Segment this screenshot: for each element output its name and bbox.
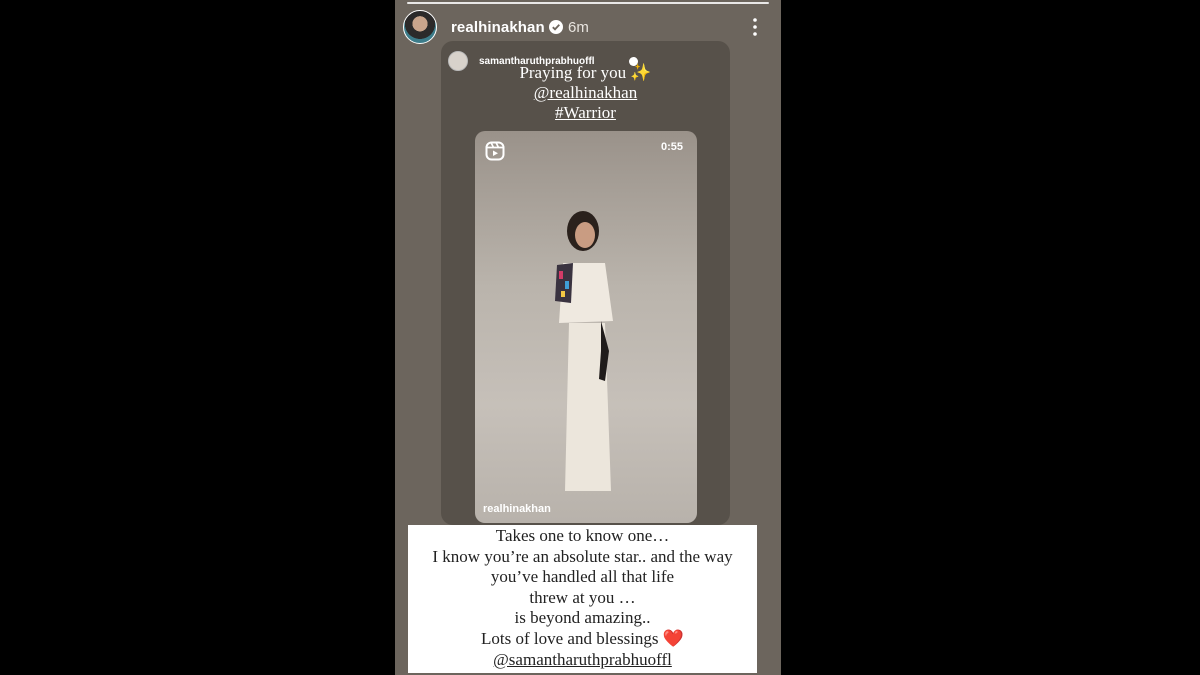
shared-story-card[interactable]: samantharuthprabhuoffl Praying for you ✨… bbox=[441, 41, 730, 525]
story-username[interactable]: realhinakhan bbox=[451, 19, 545, 36]
message-mention-link[interactable]: @samantharuthprabhuoffl bbox=[408, 650, 757, 671]
story-text-sticker: Takes one to know one… I know you’re an … bbox=[408, 525, 757, 673]
message-line: threw at you … bbox=[529, 587, 636, 607]
message-line: Takes one to know one… bbox=[495, 526, 670, 545]
avatar[interactable] bbox=[403, 10, 437, 44]
caption-mention-link[interactable]: @realhinakhan bbox=[441, 83, 730, 103]
caption-hashtag-link[interactable]: #Warrior bbox=[441, 103, 730, 123]
message-line: I know you’re an absolute star.. and the… bbox=[432, 546, 733, 566]
reel-username[interactable]: realhinakhan bbox=[483, 503, 551, 515]
shared-caption: Praying for you ✨ @realhinakhan #Warrior bbox=[441, 63, 730, 123]
message-line: is beyond amazing.. bbox=[514, 608, 651, 628]
reel-thumbnail-figure bbox=[555, 211, 613, 491]
more-options-icon[interactable] bbox=[750, 17, 760, 37]
story-message: Takes one to know one… I know you’re an … bbox=[408, 526, 757, 670]
message-line: you’ve handled all that life bbox=[490, 567, 675, 587]
reels-icon bbox=[485, 141, 505, 161]
reel-duration: 0:55 bbox=[661, 141, 684, 153]
story-viewer[interactable]: realhinakhan 6m samantharuthprabhuoffl P… bbox=[395, 0, 781, 675]
story-progress-bar bbox=[407, 2, 769, 4]
story-time: 6m bbox=[568, 19, 589, 36]
caption-line: Praying for you ✨ bbox=[519, 63, 652, 82]
message-line: Lots of love and blessings ❤️ bbox=[481, 628, 684, 648]
reel-preview[interactable]: 0:55 realhinakhan bbox=[475, 131, 697, 523]
verified-badge-icon bbox=[549, 20, 563, 34]
